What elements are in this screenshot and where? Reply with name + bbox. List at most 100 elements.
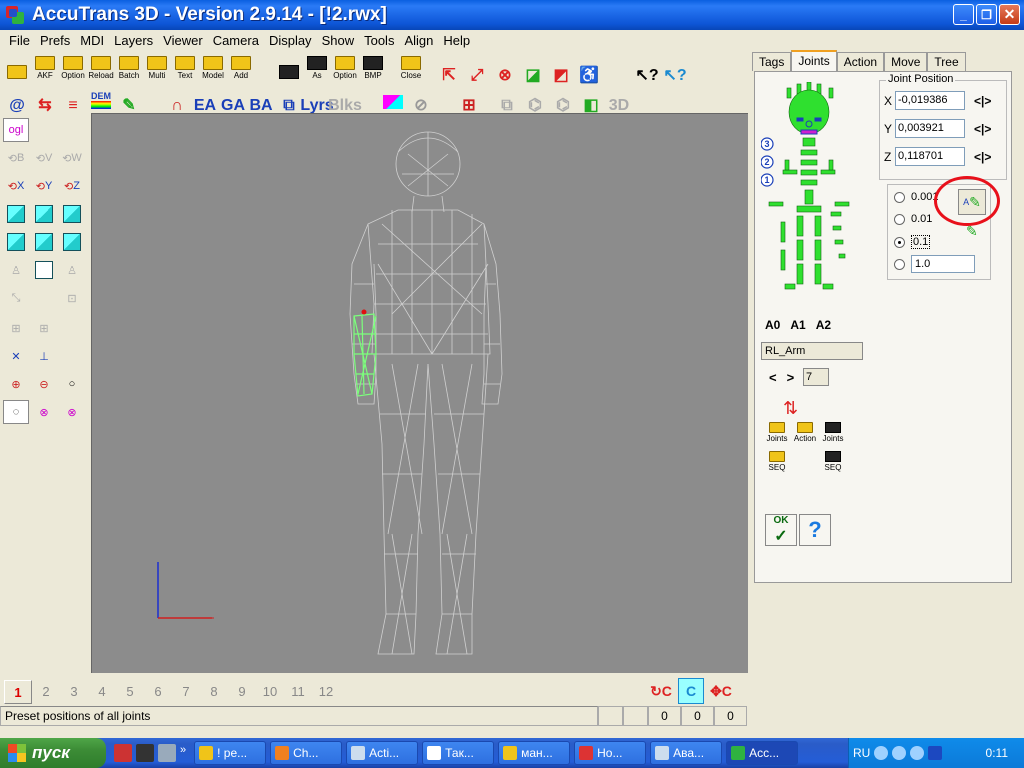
menu-help[interactable]: Help xyxy=(438,33,475,48)
tab-move[interactable]: Move xyxy=(884,52,928,71)
y-step-button[interactable]: <|> xyxy=(974,122,991,136)
zoom-in-icon[interactable]: ⊕ xyxy=(3,372,29,396)
dem-button[interactable]: DEM xyxy=(88,84,114,110)
save-button[interactable] xyxy=(276,54,302,80)
zoom-out-icon[interactable]: ⊖ xyxy=(31,372,57,396)
ba-button[interactable]: BA xyxy=(248,84,274,114)
preset-a2-button[interactable]: A2 xyxy=(816,318,831,332)
option-button[interactable]: Option xyxy=(60,54,86,80)
menu-mdi[interactable]: MDI xyxy=(75,33,109,48)
arrows-icon[interactable]: ⇆ xyxy=(32,84,58,114)
quick-launch-more-icon[interactable]: » xyxy=(180,744,186,762)
x-position-input[interactable]: -0,019386 xyxy=(895,91,965,110)
start-button[interactable]: пуск xyxy=(0,738,106,768)
task-folder-2[interactable]: ман... xyxy=(498,741,571,765)
menu-align[interactable]: Align xyxy=(399,33,438,48)
page-10-button[interactable]: 10 xyxy=(256,680,284,704)
transform-icon[interactable]: ⇱ xyxy=(436,54,462,84)
reload-button[interactable]: Reload xyxy=(88,54,114,80)
swap-icon[interactable]: ◩ xyxy=(548,54,574,84)
menu-tools[interactable]: Tools xyxy=(359,33,399,48)
precision-001-option[interactable]: 0.01 xyxy=(894,213,932,225)
layers-button[interactable]: Lyrs xyxy=(300,84,333,114)
tab-joints[interactable]: Joints xyxy=(791,50,837,71)
task-app-2[interactable]: Ава... xyxy=(650,741,723,765)
at-icon[interactable]: @ xyxy=(4,84,30,114)
model-button[interactable]: Model xyxy=(200,54,226,80)
precision-custom-option[interactable]: 1.0 xyxy=(894,255,975,273)
preset-a0-button[interactable]: A0 xyxy=(765,318,780,332)
task-app-1[interactable]: Acti... xyxy=(346,741,419,765)
grid-icon[interactable]: ⊞ xyxy=(456,84,482,114)
menu-viewer[interactable]: Viewer xyxy=(158,33,208,48)
view-cube-4-button[interactable] xyxy=(3,230,29,254)
task-browser-2[interactable]: Но... xyxy=(574,741,647,765)
page-6-button[interactable]: 6 xyxy=(144,680,172,704)
precision-custom-input[interactable]: 1.0 xyxy=(911,255,975,273)
task-folder-1[interactable]: ! pe... xyxy=(194,741,267,765)
save-as-button[interactable]: As xyxy=(304,54,330,80)
quick-launch-2-icon[interactable] xyxy=(136,744,154,762)
page-11-button[interactable]: 11 xyxy=(284,680,312,704)
rotate-x-button[interactable]: ⟲ X xyxy=(3,174,29,198)
3d-viewport[interactable] xyxy=(91,113,748,673)
task-browser-1[interactable]: Ch... xyxy=(270,741,343,765)
figure-icon[interactable]: ♿ xyxy=(576,54,602,84)
y-position-input[interactable]: 0,003921 xyxy=(895,119,965,138)
open-joints-button[interactable]: Joints xyxy=(763,422,791,443)
page-12-button[interactable]: 12 xyxy=(312,680,340,704)
rotate-z-button[interactable]: ⟲ Z xyxy=(59,174,85,198)
prev-joint-button[interactable]: < xyxy=(769,370,777,385)
akf-button[interactable]: AKF xyxy=(32,54,58,80)
level-marker-1[interactable]: 1 xyxy=(764,175,769,185)
batch-button[interactable]: Batch xyxy=(116,54,142,80)
precision-0001-option[interactable]: 0.001 xyxy=(894,191,939,203)
merge-icon[interactable]: ⊗ xyxy=(492,54,518,84)
preset-a1-button[interactable]: A1 xyxy=(790,318,805,332)
page-5-button[interactable]: 5 xyxy=(116,680,144,704)
maximize-button[interactable]: ❐ xyxy=(976,4,997,25)
z-position-input[interactable]: 0,118701 xyxy=(895,147,965,166)
ok-button[interactable]: OK ✓ xyxy=(765,514,797,546)
ga-button[interactable]: GA xyxy=(220,84,246,114)
lines-icon[interactable]: ≡ xyxy=(60,84,86,114)
app-icon[interactable] xyxy=(6,6,24,24)
bmp-button[interactable]: BMP xyxy=(360,54,386,80)
language-indicator[interactable]: RU xyxy=(853,746,870,760)
walking-figure-icon[interactable]: ⇅ xyxy=(783,398,798,419)
save-option-button[interactable]: Option xyxy=(332,54,358,80)
view-cube-7-button[interactable] xyxy=(31,258,57,282)
tray-lang-icon[interactable] xyxy=(928,746,943,760)
ea-button[interactable]: EA xyxy=(192,84,218,114)
view-cube-2-button[interactable] xyxy=(31,202,57,226)
close-button[interactable]: ✕ xyxy=(999,4,1020,25)
rotate-y-button[interactable]: ⟲ Y xyxy=(31,174,57,198)
zoom-extents-icon[interactable]: ⊗ xyxy=(31,400,57,424)
axis-z-button[interactable]: ⊥ xyxy=(31,344,57,368)
zoom-window-icon[interactable]: ◌ xyxy=(3,400,29,424)
magnet-icon[interactable]: ∩ xyxy=(164,84,190,114)
tray-volume-icon[interactable] xyxy=(892,746,907,760)
save-seq-button[interactable]: SEQ xyxy=(819,451,847,472)
copy-icon[interactable]: ⧉ xyxy=(276,84,302,114)
tab-tree[interactable]: Tree xyxy=(927,52,966,71)
color-select-icon[interactable] xyxy=(380,84,406,110)
page-3-button[interactable]: 3 xyxy=(60,680,88,704)
next-joint-button[interactable]: > xyxy=(787,370,795,385)
pencil-icon[interactable]: ✎ xyxy=(116,84,142,114)
open-action-button[interactable]: Action xyxy=(791,422,819,443)
joint-name-field[interactable]: RL_Arm xyxy=(761,342,863,360)
minimize-button[interactable]: _ xyxy=(953,4,974,25)
page-4-button[interactable]: 4 xyxy=(88,680,116,704)
page-8-button[interactable]: 8 xyxy=(200,680,228,704)
text-button[interactable]: Text xyxy=(172,54,198,80)
multi-button[interactable]: Multi xyxy=(144,54,170,80)
quick-launch-1-icon[interactable] xyxy=(114,744,132,762)
menu-camera[interactable]: Camera xyxy=(208,33,264,48)
cancel-icon[interactable]: ⊘ xyxy=(408,84,434,114)
menu-show[interactable]: Show xyxy=(317,33,360,48)
menu-file[interactable]: File xyxy=(4,33,35,48)
tab-action[interactable]: Action xyxy=(836,52,885,71)
view-cube-6-button[interactable] xyxy=(59,230,85,254)
menu-layers[interactable]: Layers xyxy=(109,33,158,48)
